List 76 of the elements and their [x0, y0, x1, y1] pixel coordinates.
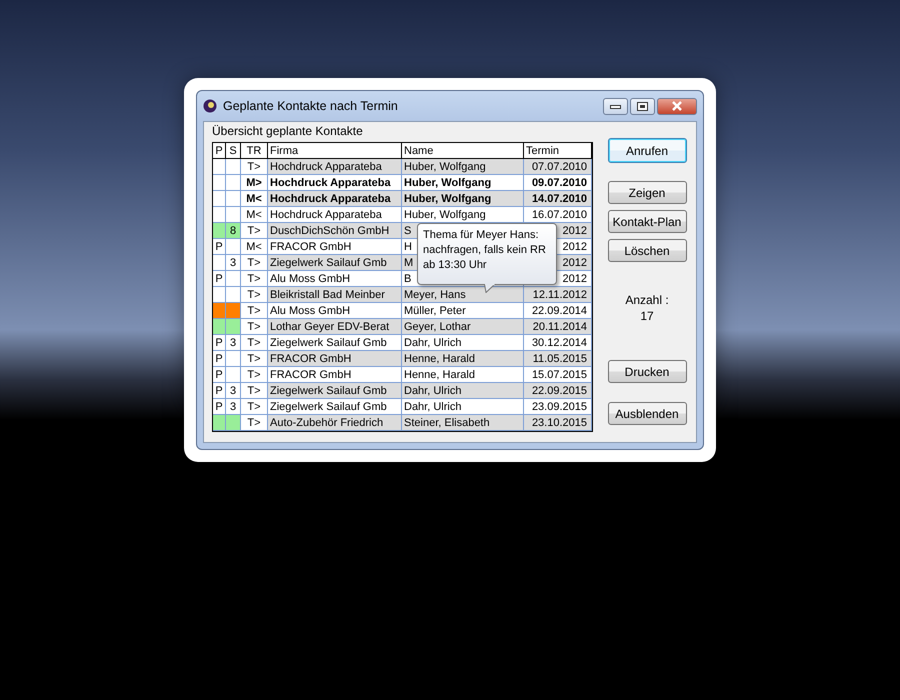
table-cell: [226, 351, 241, 367]
table-cell: [226, 271, 241, 287]
table-cell: [226, 175, 241, 191]
column-header[interactable]: TR: [241, 143, 268, 159]
table-cell: P: [213, 351, 226, 367]
table-cell: 07.07.2010: [524, 159, 592, 175]
column-header[interactable]: S: [226, 143, 241, 159]
count-label: Anzahl :: [625, 292, 669, 308]
button[interactable]: Ausblenden: [608, 402, 686, 425]
close-button[interactable]: [657, 98, 697, 114]
table-cell: 12.11.2012: [524, 287, 592, 303]
table-cell: 11.05.2015: [524, 351, 592, 367]
column-header[interactable]: P: [213, 143, 226, 159]
table-cell: Meyer, Hans: [402, 287, 524, 303]
table-cell: Henne, Harald: [402, 351, 524, 367]
table-cell: [213, 255, 226, 271]
table-cell: T>: [241, 367, 268, 383]
table-cell: T>: [241, 303, 268, 319]
table-cell: M>: [241, 175, 268, 191]
table-cell: P: [213, 271, 226, 287]
window-title: Geplante Kontakte nach Termin: [223, 99, 399, 113]
table-cell: Ziegelwerk Sailauf Gmb: [268, 255, 402, 271]
table-cell: [213, 159, 226, 175]
minimize-icon: [610, 103, 621, 109]
table-cell: Dahr, Ulrich: [402, 383, 524, 399]
table-cell: Bleikristall Bad Meinber: [268, 287, 402, 303]
minimize-button[interactable]: [603, 98, 628, 114]
table-cell: Steiner, Elisabeth: [402, 415, 524, 431]
table-cell: 8: [226, 223, 241, 239]
table-cell: [213, 191, 226, 207]
table-cell: 22.09.2015: [524, 383, 592, 399]
column-header[interactable]: Termin: [524, 143, 592, 159]
table-cell: P: [213, 367, 226, 383]
maximize-icon: [637, 102, 648, 110]
button[interactable]: Kontakt-Plan: [608, 210, 686, 233]
maximize-button[interactable]: [630, 98, 655, 114]
table-cell: 23.10.2015: [524, 415, 592, 431]
table-cell: [226, 191, 241, 207]
table-cell: T>: [241, 271, 268, 287]
table-cell: Lothar Geyer EDV-Berat: [268, 319, 402, 335]
table-cell: T>: [241, 335, 268, 351]
table-cell: FRACOR GmbH: [268, 351, 402, 367]
table-cell: M<: [241, 207, 268, 223]
button[interactable]: Löschen: [608, 239, 686, 262]
table-cell: 3: [226, 255, 241, 271]
table-cell: Hochdruck Apparateba: [268, 191, 402, 207]
tooltip-text: ab 13:30 Uhr: [423, 258, 488, 273]
count-value: 17: [640, 308, 654, 324]
column-header[interactable]: Firma: [268, 143, 402, 159]
close-icon: [671, 101, 683, 111]
button[interactable]: Anrufen: [608, 138, 686, 163]
table-cell: Huber, Wolfgang: [402, 191, 524, 207]
table-cell: Ziegelwerk Sailauf Gmb: [268, 383, 402, 399]
app-icon: [203, 99, 217, 113]
table-cell: T>: [241, 399, 268, 415]
table-cell: [226, 367, 241, 383]
button[interactable]: Drucken: [608, 360, 686, 383]
table-cell: 20.11.2014: [524, 319, 592, 335]
table-cell: P: [213, 383, 226, 399]
table-cell: M<: [241, 239, 268, 255]
table-cell: [226, 239, 241, 255]
table-cell: 14.07.2010: [524, 191, 592, 207]
table-cell: Geyer, Lothar: [402, 319, 524, 335]
table-cell: [213, 175, 226, 191]
table-cell: Hochdruck Apparateba: [268, 159, 402, 175]
group-label: Übersicht geplante Kontakte: [212, 124, 364, 138]
table-cell: P: [213, 335, 226, 351]
column-header[interactable]: Name: [402, 143, 524, 159]
table-cell: 3: [226, 335, 241, 351]
button[interactable]: Zeigen: [608, 181, 686, 204]
table-cell: DuschDichSchön GmbH: [268, 223, 402, 239]
table-cell: [226, 159, 241, 175]
table-cell: P: [213, 239, 226, 255]
table-cell: Huber, Wolfgang: [402, 159, 524, 175]
table-cell: Auto-Zubehör Friedrich: [268, 415, 402, 431]
table-cell: 3: [226, 383, 241, 399]
